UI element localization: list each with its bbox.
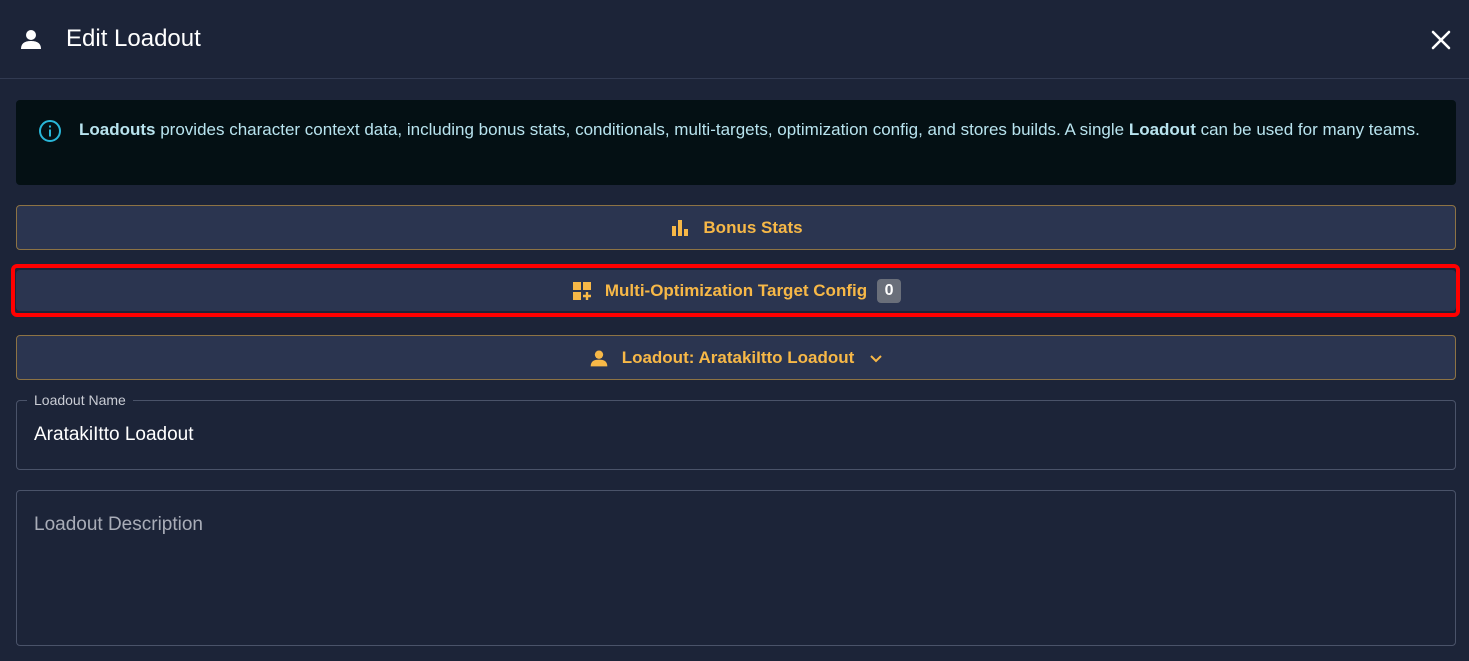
alert-text-1: provides character context data, includi… [155, 120, 1129, 139]
dialog-header: Edit Loadout [0, 0, 1469, 79]
edit-loadout-dialog: Edit Loadout Loadouts provides character… [0, 0, 1469, 661]
multi-optimization-target-config-button[interactable]: Multi-Optimization Target Config 0 [16, 270, 1456, 311]
alert-bold-loadout: Loadout [1128, 120, 1196, 139]
dialog-title: Edit Loadout [66, 25, 201, 52]
bar-chart-icon [669, 217, 691, 239]
bonus-stats-button[interactable]: Bonus Stats [16, 205, 1456, 250]
alert-bold-loadouts: Loadouts [79, 120, 156, 139]
chevron-down-icon [868, 350, 884, 366]
loadout-name-label: Loadout Name [27, 391, 133, 409]
dashboard-add-icon [571, 280, 593, 302]
person-icon [19, 27, 43, 51]
info-icon [38, 119, 62, 143]
close-button[interactable] [1426, 25, 1456, 55]
bonus-stats-label: Bonus Stats [703, 217, 803, 237]
loadout-selector-button[interactable]: Loadout: AratakiItto Loadout [16, 335, 1456, 380]
close-icon [1431, 30, 1451, 50]
info-alert: Loadouts provides character context data… [16, 100, 1456, 185]
loadout-name-input[interactable]: AratakiItto Loadout [34, 423, 194, 447]
loadout-description-input[interactable]: Loadout Description [34, 513, 203, 537]
loadout-selector-label: Loadout: AratakiItto Loadout [621, 347, 855, 367]
person-icon [588, 347, 610, 369]
multi-target-label: Multi-Optimization Target Config [604, 280, 868, 300]
loadout-description-field[interactable]: Loadout Description [16, 490, 1456, 646]
alert-message: Loadouts provides character context data… [79, 117, 1439, 142]
multi-target-count-badge: 0 [877, 278, 902, 303]
loadout-name-field[interactable]: Loadout Name AratakiItto Loadout [16, 391, 1456, 470]
alert-text-2: can be used for many teams. [1195, 120, 1420, 139]
